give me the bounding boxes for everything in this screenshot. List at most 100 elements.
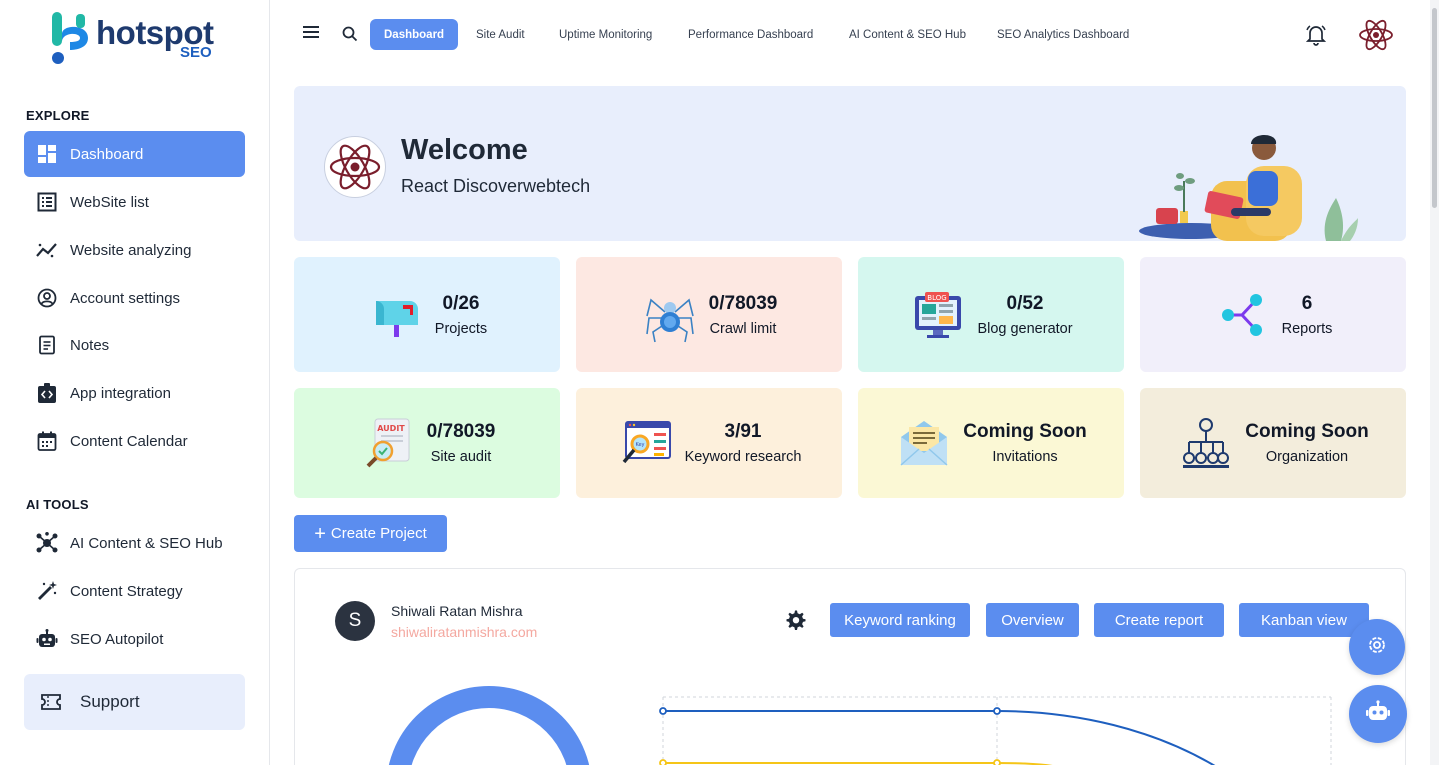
progress-donut-chart — [388, 686, 590, 765]
notification-bell-icon[interactable] — [1305, 24, 1327, 51]
stat-label: Site audit — [430, 449, 492, 465]
welcome-title: Welcome — [401, 134, 528, 166]
ticket-icon — [40, 691, 62, 713]
project-domain-link[interactable]: shiwaliratanmishra.com — [391, 624, 537, 640]
calendar-icon — [36, 430, 58, 452]
integration-icon — [36, 382, 58, 404]
org-chart-icon — [1177, 415, 1235, 471]
project-settings-gear-icon[interactable] — [785, 609, 807, 636]
hub-icon — [36, 532, 58, 554]
hotspot-logo-icon — [52, 12, 88, 64]
project-owner-name: Shiwali Ratan Mishra — [391, 603, 523, 619]
notes-icon — [36, 334, 58, 356]
stat-card-crawl-limit[interactable]: 0/78039 Crawl limit — [576, 257, 842, 372]
stat-value: 0/78039 — [708, 292, 778, 314]
welcome-banner: Welcome React Discoverwebtech — [294, 86, 1406, 241]
tab-ai-content-seo-hub[interactable]: AI Content & SEO Hub — [835, 19, 980, 50]
magic-wand-icon — [36, 580, 58, 602]
sidebar-item-dashboard[interactable]: Dashboard — [24, 131, 245, 177]
stat-card-keyword-research[interactable]: Key 3/91 Keyword research — [576, 388, 842, 498]
blog-icon: BLOG — [909, 287, 967, 343]
sidebar-item-label: WebSite list — [70, 193, 149, 211]
svg-text:AUDIT: AUDIT — [377, 424, 405, 433]
tab-uptime-monitoring[interactable]: Uptime Monitoring — [545, 19, 666, 50]
account-icon — [36, 287, 58, 309]
ai-tools-section-title: AI TOOLS — [26, 497, 89, 512]
react-logo-avatar — [324, 136, 386, 198]
svg-text:Key: Key — [635, 442, 644, 448]
ranking-line-chart — [659, 696, 1332, 765]
stat-label: Keyword research — [684, 449, 802, 465]
sidebar-item-website-analyzing[interactable]: Website analyzing — [24, 227, 245, 273]
search-icon[interactable] — [342, 26, 358, 47]
top-navigation-bar: Dashboard Site Audit Uptime Monitoring P… — [270, 0, 1430, 70]
sidebar-item-website-list[interactable]: WebSite list — [24, 179, 245, 225]
brand-logo[interactable]: hotspot SEO — [50, 12, 230, 64]
stat-value: 0/26 — [442, 292, 480, 314]
scrollbar-thumb[interactable] — [1432, 8, 1437, 208]
stat-label: Projects — [434, 320, 488, 337]
sidebar: hotspot SEO EXPLORE Dashboard WebSite li… — [0, 0, 270, 765]
sidebar-item-label: Account settings — [70, 289, 181, 307]
user-avatar[interactable] — [1358, 17, 1394, 53]
stat-card-site-audit[interactable]: AUDIT 0/78039 Site audit — [294, 388, 560, 498]
sidebar-item-label: Content Calendar — [70, 432, 188, 450]
dashboard-icon — [36, 143, 58, 165]
support-button[interactable]: Support — [24, 674, 245, 730]
project-panel: S Shiwali Ratan Mishra shiwaliratanmishr… — [294, 568, 1406, 765]
keyword-ranking-button[interactable]: Keyword ranking — [830, 603, 970, 637]
stat-label: Blog generator — [977, 320, 1073, 337]
sidebar-item-content-calendar[interactable]: Content Calendar — [24, 418, 245, 464]
stat-card-blog-generator[interactable]: BLOG 0/52 Blog generator — [858, 257, 1124, 372]
create-project-button[interactable]: + Create Project — [294, 515, 447, 552]
sidebar-item-label: Content Strategy — [70, 582, 183, 600]
support-label: Support — [80, 692, 140, 711]
explore-section-title: EXPLORE — [26, 108, 90, 123]
robot-icon — [36, 628, 58, 650]
overview-button[interactable]: Overview — [986, 603, 1079, 637]
sidebar-item-seo-autopilot[interactable]: SEO Autopilot — [24, 616, 245, 662]
stat-card-invitations[interactable]: Coming Soon Invitations — [858, 388, 1124, 498]
stat-value: 3/91 — [724, 421, 762, 442]
mailbox-icon — [367, 287, 425, 343]
sidebar-item-label: Notes — [70, 336, 110, 354]
audit-icon: AUDIT — [359, 415, 417, 471]
stat-card-reports[interactable]: 6 Reports — [1140, 257, 1406, 372]
sidebar-item-content-strategy[interactable]: Content Strategy — [24, 568, 245, 614]
keyword-icon: Key — [617, 415, 675, 471]
stat-value: 0/52 — [1006, 292, 1044, 314]
stat-card-organization[interactable]: Coming Soon Organization — [1140, 388, 1406, 498]
kanban-view-button[interactable]: Kanban view — [1239, 603, 1369, 637]
list-icon — [36, 191, 58, 213]
sidebar-item-label: App integration — [70, 384, 171, 402]
tab-seo-analytics-dashboard[interactable]: SEO Analytics Dashboard — [983, 19, 1143, 50]
sidebar-item-account-settings[interactable]: Account settings — [24, 275, 245, 321]
tab-performance-dashboard[interactable]: Performance Dashboard — [674, 19, 827, 50]
person-with-laptop-illustration — [1139, 135, 1358, 241]
svg-text:BLOG: BLOG — [928, 294, 947, 302]
project-owner-avatar: S — [335, 601, 375, 641]
floating-settings-button[interactable] — [1349, 619, 1405, 675]
create-report-button[interactable]: Create report — [1094, 603, 1224, 637]
tab-site-audit[interactable]: Site Audit — [462, 19, 539, 50]
sidebar-item-ai-content-hub[interactable]: AI Content & SEO Hub — [24, 520, 245, 566]
hamburger-menu-icon[interactable] — [302, 24, 320, 45]
stat-label: Reports — [1281, 320, 1333, 337]
tab-dashboard[interactable]: Dashboard — [370, 19, 459, 50]
sidebar-item-label: SEO Autopilot — [70, 630, 164, 648]
create-project-label: Create Project — [330, 525, 427, 542]
floating-chatbot-button[interactable] — [1349, 685, 1407, 743]
stat-value: 6 — [1301, 292, 1313, 314]
stat-value: Coming Soon — [963, 421, 1087, 442]
stat-value: 0/78039 — [426, 421, 496, 442]
sidebar-item-notes[interactable]: Notes — [24, 322, 245, 368]
stat-label: Crawl limit — [709, 320, 777, 337]
stat-value: Coming Soon — [1245, 421, 1369, 442]
sidebar-item-app-integration[interactable]: App integration — [24, 370, 245, 416]
brand-sub: SEO — [180, 44, 212, 61]
share-nodes-icon — [1214, 287, 1272, 343]
stat-card-projects[interactable]: 0/26 Projects — [294, 257, 560, 372]
sidebar-item-label: Dashboard — [70, 145, 144, 163]
welcome-subtitle: React Discoverwebtech — [401, 176, 591, 196]
page-scrollbar[interactable] — [1430, 0, 1439, 765]
